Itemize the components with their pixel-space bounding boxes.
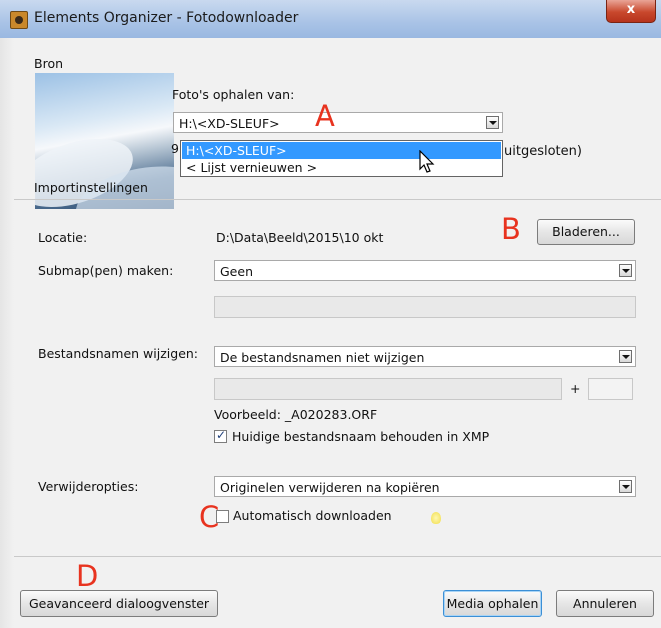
section-divider bbox=[14, 199, 661, 200]
auto-download-label[interactable]: Automatisch downloaden bbox=[233, 508, 392, 523]
title-bar[interactable]: Elements Organizer - Fotodownloader x bbox=[0, 0, 661, 39]
annotation-b: B bbox=[501, 212, 521, 246]
chevron-down-icon[interactable] bbox=[619, 480, 632, 493]
keep-name-checkbox[interactable] bbox=[214, 428, 227, 443]
get-media-button[interactable]: Media ophalen bbox=[443, 590, 542, 617]
cancel-button[interactable]: Annuleren bbox=[556, 590, 654, 617]
get-from-label: Foto's ophalen van: bbox=[172, 87, 295, 102]
plus-sign: + bbox=[570, 381, 581, 396]
lightbulb-icon[interactable] bbox=[431, 512, 441, 524]
delete-options-label: Verwijderopties: bbox=[38, 479, 139, 494]
window-title: Elements Organizer - Fotodownloader bbox=[34, 10, 299, 26]
source-heading: Bron bbox=[34, 56, 64, 71]
footer-divider bbox=[14, 556, 661, 557]
auto-download-checkbox[interactable] bbox=[216, 510, 229, 523]
rename-select-value: De bestandsnamen niet wijzigen bbox=[220, 350, 425, 365]
rename-select[interactable]: De bestandsnamen niet wijzigen bbox=[214, 346, 636, 367]
chevron-down-icon[interactable] bbox=[619, 350, 632, 363]
dropdown-option-refresh-label: < Lijst vernieuwen > bbox=[186, 160, 318, 175]
annotation-a: A bbox=[315, 99, 335, 133]
delete-options-value: Originelen verwijderen na kopiëren bbox=[220, 480, 440, 495]
source-info-text-left: 9 bbox=[171, 141, 179, 156]
location-value: D:\Data\Beeld\2015\10 okt bbox=[216, 230, 384, 245]
subfolder-label: Submap(pen) maken: bbox=[38, 263, 174, 278]
chevron-down-icon[interactable] bbox=[619, 264, 632, 277]
source-info-text-right: uitgesloten) bbox=[504, 144, 582, 159]
source-select-value: H:\<XD-SLEUF> bbox=[179, 116, 280, 131]
keep-name-label[interactable]: Huidige bestandsnaam behouden in XMP bbox=[232, 429, 489, 444]
advanced-dialog-button[interactable]: Geavanceerd dialoogvenster bbox=[20, 590, 218, 617]
delete-options-select[interactable]: Originelen verwijderen na kopiëren bbox=[214, 476, 636, 497]
dialog-window: Elements Organizer - Fotodownloader x Br… bbox=[0, 0, 661, 628]
source-dropdown-list[interactable]: H:\<XD-SLEUF> < Lijst vernieuwen > bbox=[180, 140, 503, 177]
name-suffix-field[interactable] bbox=[588, 378, 633, 400]
chevron-down-icon[interactable] bbox=[486, 116, 499, 129]
subfolder-select-value: Geen bbox=[220, 264, 253, 279]
new-name-field[interactable] bbox=[214, 378, 562, 400]
subfolder-select[interactable]: Geen bbox=[214, 260, 636, 281]
dropdown-option-refresh[interactable]: < Lijst vernieuwen > bbox=[182, 159, 501, 176]
custom-subfolder-field[interactable] bbox=[214, 296, 636, 318]
close-button[interactable]: x bbox=[606, 0, 656, 23]
rename-label: Bestandsnamen wijzigen: bbox=[38, 346, 199, 361]
browse-button[interactable]: Bladeren... bbox=[537, 219, 635, 245]
organizer-app-icon bbox=[10, 11, 28, 29]
window-left-edge bbox=[0, 38, 14, 628]
rename-example: Voorbeeld: _A020283.ORF bbox=[214, 407, 378, 422]
source-select[interactable]: H:\<XD-SLEUF> bbox=[173, 112, 503, 133]
import-settings-label: Importinstellingen bbox=[34, 180, 148, 195]
location-label: Locatie: bbox=[38, 230, 88, 245]
mouse-cursor-icon bbox=[419, 150, 435, 173]
dropdown-option-drive-label: H:\<XD-SLEUF> bbox=[186, 143, 287, 158]
dropdown-option-drive[interactable]: H:\<XD-SLEUF> bbox=[182, 142, 501, 159]
annotation-d: D bbox=[76, 559, 99, 593]
dialog-content: Bron Importinstellingen Foto's ophalen v… bbox=[14, 38, 661, 628]
